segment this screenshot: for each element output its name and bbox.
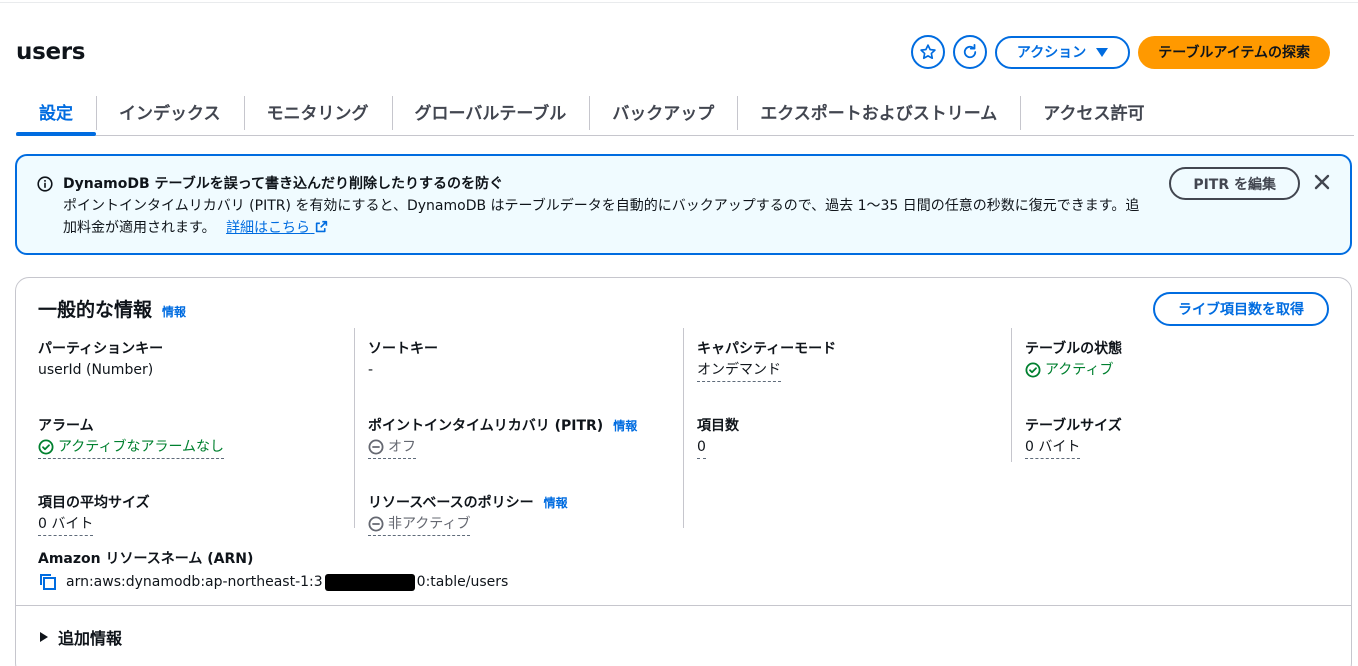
pitr-field: ポイントインタイムリカバリ (PITR) 情報 オフ [368,416,688,482]
pitr-value[interactable]: オフ [368,436,416,459]
partition-key-field: パーティションキー userId (Number) [38,339,358,405]
arn-suffix: 0:table/users [416,574,509,590]
page-title: users [16,39,86,65]
learn-more-label: 詳細はこちら [226,220,311,236]
item-count-label: 項目数 [697,418,739,434]
alarms-label: アラーム [38,418,94,434]
policy-value[interactable]: 非アクティブ [368,513,471,536]
status-field: テーブルの状態 アクティブ [1025,339,1345,405]
sort-key-label: ソートキー [368,341,438,357]
header-actions: アクション テーブルアイテムの探索 [910,35,1330,69]
capacity-value[interactable]: オンデマンド [697,359,781,382]
edit-pitr-button[interactable]: PITR を編集 [1169,167,1300,200]
table-size-label: テーブルサイズ [1025,418,1122,434]
general-info-panel: 一般的な情報 情報 ライブ項目数を取得 パーティションキー userId (Nu… [15,277,1352,666]
tab-bar: 設定 インデックス モニタリング グローバルテーブル バックアップ エクスポート… [16,90,1354,136]
item-count-value[interactable]: 0 [697,436,706,459]
top-border [0,2,1358,3]
refresh-button[interactable] [952,35,987,69]
capacity-label: キャパシティーモード [697,341,837,357]
caret-right-icon [40,632,48,642]
column-1: パーティションキー userId (Number) アラーム アクティブなアラー… [38,328,358,559]
check-circle-icon [1025,362,1041,378]
alarms-value[interactable]: アクティブなアラームなし [38,436,225,459]
column-4: テーブルの状態 アクティブ テーブルサイズ 0 バイト [1011,328,1345,482]
item-count-field: 項目数 0 [697,416,1017,482]
column-3: キャパシティーモード オンデマンド 項目数 0 [683,328,1017,528]
pitr-value-text: オフ [388,439,416,455]
tab-global-tables[interactable]: グローバルテーブル [391,92,590,130]
avg-size-label: 項目の平均サイズ [38,495,150,511]
policy-label-row: リソースベースのポリシー 情報 [368,493,688,513]
partition-key-value: userId (Number) [38,362,154,378]
status-value-text: アクティブ [1045,362,1114,378]
arn-value: arn:aws:dynamodb:ap-northeast-1:3 0:table… [66,571,508,593]
panel-divider [16,605,1351,606]
caret-down-icon [1096,47,1109,57]
table-size-value[interactable]: 0 バイト [1025,436,1081,459]
redacted-block [324,573,415,591]
pitr-label-row: ポイントインタイムリカバリ (PITR) 情報 [368,416,688,436]
learn-more-link[interactable]: 詳細はこちら [226,220,327,236]
arn-label: Amazon リソースネーム (ARN) [38,551,254,567]
policy-label: リソースベースのポリシー [368,495,534,511]
favorite-button[interactable] [910,35,945,69]
external-link-icon [315,220,327,233]
tab-monitoring[interactable]: モニタリング [243,92,392,130]
tab-indexes[interactable]: インデックス [96,92,244,130]
refresh-icon [963,43,977,59]
table-size-field: テーブルサイズ 0 バイト [1025,416,1345,482]
arn-row: arn:aws:dynamodb:ap-northeast-1:3 0:table… [38,571,508,593]
actions-label: アクション [1016,45,1087,61]
close-icon[interactable] [1312,172,1332,192]
tab-settings[interactable]: 設定 [16,92,96,136]
tab-permissions[interactable]: アクセス許可 [1020,92,1167,130]
alert-title: DynamoDB テーブルを誤って書き込んだり削除したりするのを防ぐ [63,176,503,192]
tab-exports-streams[interactable]: エクスポートおよびストリーム [737,92,1020,130]
alert-body-text: ポイントインタイムリカバリ (PITR) を有効にすると、DynamoDB はテ… [63,198,1140,236]
explore-items-button[interactable]: テーブルアイテムの探索 [1138,35,1330,69]
pitr-label: ポイントインタイムリカバリ (PITR) [368,418,604,434]
panel-title-text: 一般的な情報 [38,299,153,321]
arn-field: Amazon リソースネーム (ARN) arn:aws:dynamodb:ap… [38,538,508,593]
page-header: users アクション テーブルアイテムの探索 [16,30,1330,74]
sort-key-value: - [368,362,374,378]
check-circle-icon [38,439,54,455]
column-2: ソートキー - ポイントインタイムリカバリ (PITR) 情報 オフ リソースベ… [354,328,688,559]
star-icon [920,44,936,60]
minus-circle-icon [368,516,384,532]
additional-info-label: 追加情報 [58,629,123,648]
avg-size-value[interactable]: 0 バイト [38,513,94,536]
pitr-info-link[interactable]: 情報 [613,416,637,436]
info-link[interactable]: 情報 [162,303,186,320]
policy-value-text: 非アクティブ [388,516,471,532]
alarms-field: アラーム アクティブなアラームなし [38,416,358,482]
policy-info-link[interactable]: 情報 [544,493,568,513]
minus-circle-icon [368,439,384,455]
copy-icon[interactable] [38,572,58,592]
alarms-value-text: アクティブなアラームなし [58,439,225,455]
status-label: テーブルの状態 [1025,341,1123,357]
alert-content: DynamoDB テーブルを誤って書き込んだり削除したりするのを防ぐ ポイントイ… [63,173,1153,239]
get-live-count-button[interactable]: ライブ項目数を取得 [1153,292,1329,326]
additional-info-expander[interactable]: 追加情報 [40,625,122,649]
actions-dropdown[interactable]: アクション [994,35,1131,69]
arn-prefix: arn:aws:dynamodb:ap-northeast-1:3 [66,574,323,590]
sort-key-field: ソートキー - [368,339,688,405]
panel-title: 一般的な情報 情報 [38,295,186,322]
tab-backups[interactable]: バックアップ [589,92,737,130]
alert-body: ポイントインタイムリカバリ (PITR) を有効にすると、DynamoDB はテ… [63,195,1153,239]
capacity-field: キャパシティーモード オンデマンド [697,339,1017,405]
info-icon [37,176,53,192]
pitr-alert: DynamoDB テーブルを誤って書き込んだり削除したりするのを防ぐ ポイントイ… [15,154,1352,255]
status-value: アクティブ [1025,359,1113,381]
partition-key-label: パーティションキー [38,341,164,357]
